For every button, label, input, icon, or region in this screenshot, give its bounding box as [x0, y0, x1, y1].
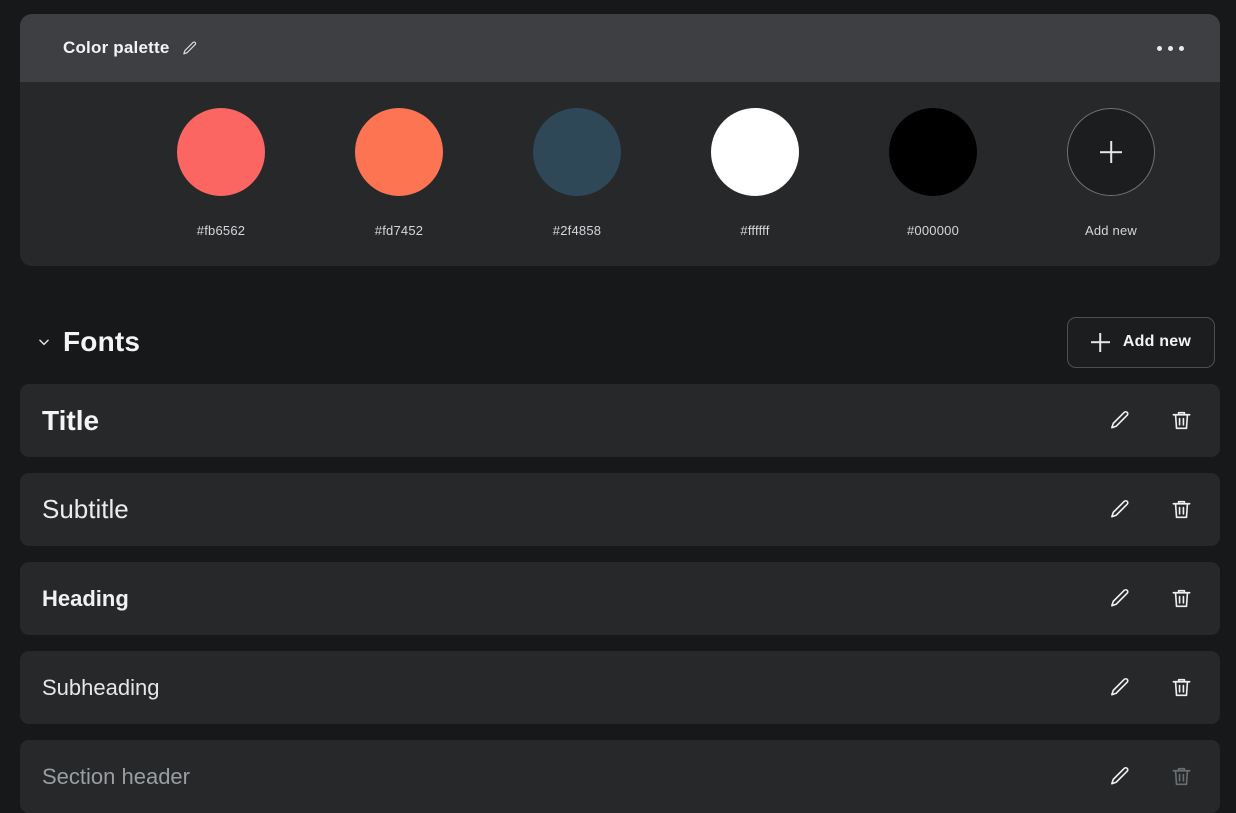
color-swatch-label: #fb6562	[196, 223, 246, 238]
color-swatch-circle[interactable]	[711, 108, 799, 196]
font-row-subheading[interactable]: Subheading	[20, 651, 1220, 724]
fonts-title-group[interactable]: Fonts	[37, 326, 140, 358]
font-style-list: Title Subtitle Heading Subheading Sectio…	[20, 384, 1220, 813]
color-swatch-label: #ffffff	[740, 223, 770, 238]
pencil-icon[interactable]	[181, 40, 198, 57]
color-swatch-circle[interactable]	[889, 108, 977, 196]
plus-icon	[1091, 333, 1110, 352]
dot	[1168, 45, 1173, 51]
color-palette-title-group: Color palette	[63, 38, 198, 58]
dot	[1179, 45, 1184, 51]
color-swatch-2[interactable]: #2f4858	[488, 108, 666, 238]
color-swatch-circle[interactable]	[533, 108, 621, 196]
edit-font-button[interactable]	[1104, 673, 1134, 703]
plus-icon	[1100, 141, 1122, 163]
edit-font-button[interactable]	[1104, 762, 1134, 792]
font-row-actions	[1104, 406, 1196, 436]
fonts-section: Fonts Add new Title Subtitle Heading Sub…	[20, 311, 1220, 813]
fonts-section-title: Fonts	[63, 326, 141, 357]
delete-font-button[interactable]	[1166, 495, 1196, 525]
color-swatch-label: #2f4858	[552, 223, 602, 238]
edit-font-button[interactable]	[1104, 584, 1134, 614]
edit-font-button[interactable]	[1104, 495, 1134, 525]
more-options-icon[interactable]	[1151, 38, 1190, 59]
font-row-actions	[1104, 584, 1196, 614]
color-swatch-circle[interactable]	[177, 108, 265, 196]
font-style-label: Heading	[42, 585, 129, 611]
font-row-heading[interactable]: Heading	[20, 562, 1220, 635]
add-color-swatch-button[interactable]: Add new	[1022, 108, 1200, 238]
font-row-subtitle[interactable]: Subtitle	[20, 473, 1220, 546]
color-palette-header: Color palette	[20, 14, 1220, 82]
add-color-label: Add new	[1085, 223, 1137, 238]
color-swatch-1[interactable]: #fd7452	[310, 108, 488, 238]
color-swatch-label: #000000	[906, 223, 959, 238]
chevron-down-icon[interactable]	[37, 335, 51, 349]
font-style-label: Title	[42, 404, 100, 436]
color-swatch-3[interactable]: #ffffff	[666, 108, 844, 238]
delete-font-button[interactable]	[1166, 584, 1196, 614]
color-swatch-0[interactable]: #fb6562	[132, 108, 310, 238]
color-swatch-4[interactable]: #000000	[844, 108, 1022, 238]
color-palette-card: Color palette #fb6562 #fd7452 #2f4858 #f…	[20, 14, 1220, 266]
font-row-title[interactable]: Title	[20, 384, 1220, 457]
font-row-actions	[1104, 762, 1196, 792]
delete-font-button-disabled	[1166, 762, 1196, 792]
dot	[1157, 45, 1162, 51]
add-color-circle[interactable]	[1067, 108, 1155, 196]
color-swatch-list: #fb6562 #fd7452 #2f4858 #ffffff #000000	[20, 82, 1220, 266]
font-style-label: Section header	[42, 763, 190, 789]
font-row-actions	[1104, 673, 1196, 703]
fonts-section-header: Fonts Add new	[20, 311, 1216, 373]
delete-font-button[interactable]	[1166, 406, 1196, 436]
font-row-section-header[interactable]: Section header	[20, 740, 1220, 813]
add-font-label: Add new	[1122, 333, 1191, 350]
add-font-button[interactable]: Add new	[1066, 316, 1215, 368]
color-palette-title: Color palette	[63, 38, 170, 57]
font-style-label: Subheading	[42, 674, 160, 700]
delete-font-button[interactable]	[1166, 673, 1196, 703]
font-style-label: Subtitle	[42, 494, 129, 524]
font-row-actions	[1104, 495, 1196, 525]
edit-font-button[interactable]	[1104, 406, 1134, 436]
design-system-panel: Color palette #fb6562 #fd7452 #2f4858 #f…	[0, 0, 1236, 813]
color-swatch-label: #fd7452	[374, 223, 424, 238]
color-swatch-circle[interactable]	[355, 108, 443, 196]
